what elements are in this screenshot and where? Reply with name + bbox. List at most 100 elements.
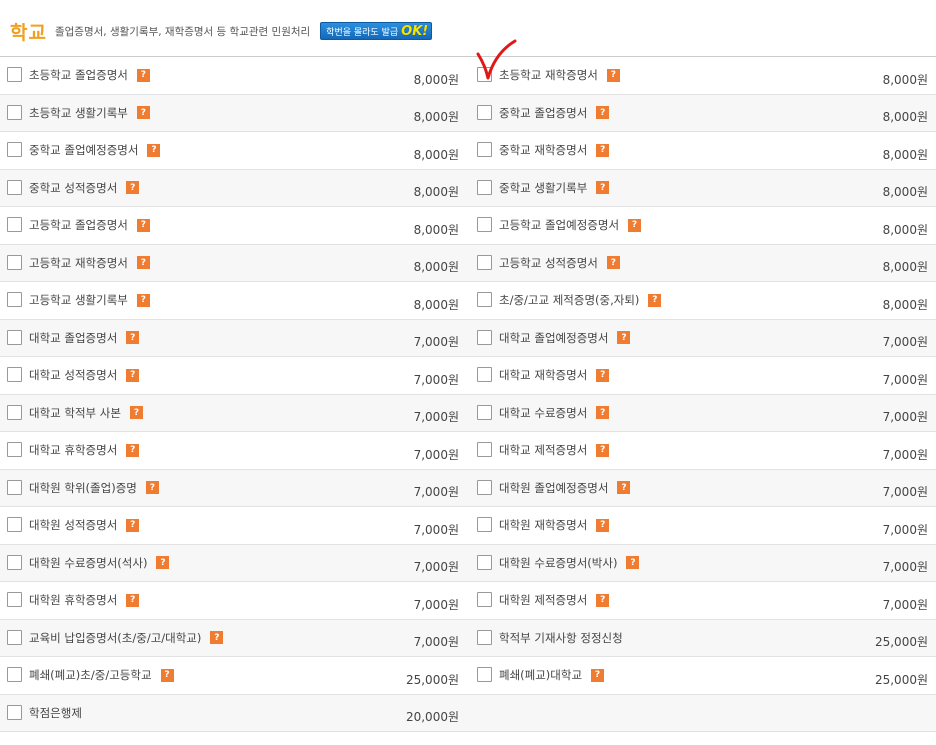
document-checkbox[interactable]	[7, 629, 22, 645]
document-checkbox[interactable]	[477, 217, 492, 233]
help-icon[interactable]: ?	[596, 593, 610, 607]
help-icon[interactable]: ?	[126, 181, 140, 195]
help-icon[interactable]: ?	[596, 143, 610, 157]
document-price: 8,000원	[882, 110, 928, 125]
help-icon[interactable]: ?	[596, 406, 610, 420]
help-icon[interactable]: ?	[617, 331, 631, 345]
document-price: 7,000원	[413, 447, 459, 462]
document-checkbox[interactable]	[7, 667, 22, 683]
document-checkbox[interactable]	[7, 592, 22, 608]
help-icon[interactable]: ?	[596, 181, 610, 195]
document-price: 7,000원	[413, 372, 459, 387]
document-checkbox[interactable]	[7, 367, 22, 383]
table-row: 대학원 휴학증명서? 7,000원 대학원 제적증명서? 7,000원	[0, 582, 936, 620]
document-checkbox[interactable]	[477, 629, 492, 645]
document-cell-right: 대학교 수료증명서? 7,000원	[468, 395, 936, 432]
document-price: 25,000원	[405, 672, 459, 687]
document-checkbox[interactable]	[477, 104, 492, 120]
document-price: 7,000원	[413, 335, 459, 350]
document-checkbox[interactable]	[477, 404, 492, 420]
document-checkbox[interactable]	[477, 667, 492, 683]
document-cell-left: 초등학교 생활기록부? 8,000원	[0, 95, 468, 132]
document-checkbox[interactable]	[477, 479, 492, 495]
document-price: 8,000원	[413, 147, 459, 162]
document-checkbox[interactable]	[7, 104, 22, 120]
help-icon[interactable]: ?	[126, 331, 140, 345]
help-icon[interactable]: ?	[156, 556, 170, 570]
document-cell-right: 초등학교 재학증명서? 8,000원	[468, 57, 936, 94]
document-price: 7,000원	[882, 597, 928, 612]
document-checkbox[interactable]	[7, 217, 22, 233]
document-cell-left: 폐쇄(폐교)초/중/고등학교? 25,000원	[0, 657, 468, 694]
document-price: 7,000원	[882, 447, 928, 462]
document-cell-right: 중학교 졸업증명서? 8,000원	[468, 95, 936, 132]
help-icon[interactable]: ?	[136, 68, 150, 82]
document-price: 7,000원	[882, 560, 928, 575]
help-icon[interactable]: ?	[126, 443, 140, 457]
document-checkbox[interactable]	[7, 704, 22, 720]
document-label: 대학원 졸업예정증명서	[499, 480, 609, 495]
help-icon[interactable]: ?	[136, 106, 150, 120]
help-icon[interactable]: ?	[145, 481, 159, 495]
document-price: 7,000원	[413, 485, 459, 500]
table-row: 대학원 학위(졸업)증명? 7,000원 대학원 졸업예정증명서? 7,000원	[0, 469, 936, 507]
help-icon[interactable]: ?	[126, 518, 140, 532]
help-icon[interactable]: ?	[596, 443, 610, 457]
help-icon[interactable]: ?	[136, 256, 150, 270]
document-checkbox[interactable]	[477, 179, 492, 195]
help-icon[interactable]: ?	[210, 631, 224, 645]
help-icon[interactable]: ?	[147, 143, 161, 157]
document-price: 7,000원	[882, 485, 928, 500]
help-icon[interactable]: ?	[606, 68, 620, 82]
document-checkbox[interactable]	[477, 554, 492, 570]
document-checkbox[interactable]	[477, 367, 492, 383]
document-cell-right: 대학원 졸업예정증명서? 7,000원	[468, 470, 936, 507]
document-checkbox[interactable]	[477, 254, 492, 270]
document-checkbox[interactable]	[477, 517, 492, 533]
badge-text: 학번을 몰라도 발급	[326, 27, 399, 38]
help-icon[interactable]: ?	[606, 256, 620, 270]
document-checkbox[interactable]	[477, 592, 492, 608]
document-checkbox[interactable]	[7, 554, 22, 570]
document-checkbox[interactable]	[477, 329, 492, 345]
document-checkbox[interactable]	[7, 479, 22, 495]
help-icon[interactable]: ?	[126, 368, 140, 382]
document-label: 고등학교 성적증명서	[499, 255, 598, 270]
help-icon[interactable]: ?	[596, 368, 610, 382]
document-cell-right: 고등학교 졸업예정증명서? 8,000원	[468, 207, 936, 244]
document-checkbox[interactable]	[477, 442, 492, 458]
document-price: 8,000원	[882, 147, 928, 162]
document-label: 중학교 졸업예정증명서	[29, 143, 139, 158]
help-icon[interactable]: ?	[628, 218, 642, 232]
help-icon[interactable]: ?	[596, 106, 610, 120]
document-cell-left: 대학원 수료증명서(석사)? 7,000원	[0, 545, 468, 582]
help-icon[interactable]: ?	[626, 556, 640, 570]
help-icon[interactable]: ?	[617, 481, 631, 495]
help-icon[interactable]: ?	[126, 593, 140, 607]
table-row: 대학원 수료증명서(석사)? 7,000원 대학원 수료증명서(박사)? 7,000원	[0, 544, 936, 582]
document-checkbox[interactable]	[7, 179, 22, 195]
document-checkbox[interactable]	[7, 404, 22, 420]
help-icon[interactable]: ?	[591, 668, 605, 682]
document-checkbox[interactable]	[477, 142, 492, 158]
document-checkbox[interactable]	[7, 142, 22, 158]
document-checkbox[interactable]	[7, 67, 22, 83]
document-cell-right: 대학교 재학증명서? 7,000원	[468, 357, 936, 394]
document-checkbox[interactable]	[7, 254, 22, 270]
document-checkbox[interactable]	[7, 442, 22, 458]
document-label: 대학교 수료증명서	[499, 405, 588, 420]
help-icon[interactable]: ?	[596, 518, 610, 532]
help-icon[interactable]: ?	[136, 293, 150, 307]
help-icon[interactable]: ?	[129, 406, 143, 420]
help-icon[interactable]: ?	[160, 668, 174, 682]
document-checkbox[interactable]	[7, 329, 22, 345]
document-checkbox[interactable]	[477, 292, 492, 308]
document-checkbox[interactable]	[7, 292, 22, 308]
document-checkbox[interactable]	[7, 517, 22, 533]
document-price: 25,000원	[874, 672, 928, 687]
help-icon[interactable]: ?	[648, 293, 662, 307]
help-icon[interactable]: ?	[136, 218, 150, 232]
table-row: 초등학교 생활기록부? 8,000원 중학교 졸업증명서? 8,000원	[0, 94, 936, 132]
document-cell-right: 고등학교 성적증명서? 8,000원	[468, 245, 936, 282]
document-label: 학점은행제	[29, 705, 82, 720]
